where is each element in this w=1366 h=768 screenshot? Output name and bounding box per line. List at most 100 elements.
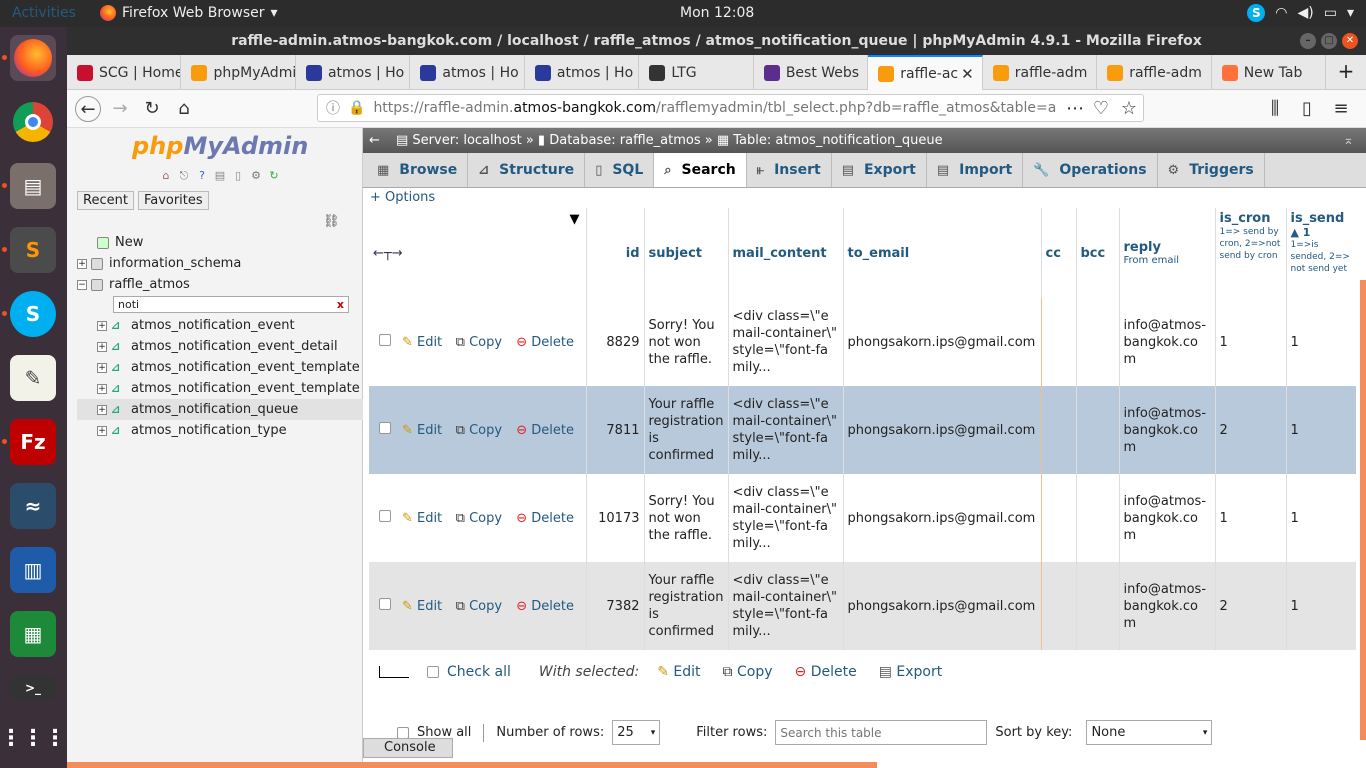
tree-db-raffle-atmos[interactable]: − raffle_atmos [77, 274, 363, 295]
text-editor-launcher[interactable]: ✎ [10, 355, 56, 401]
cell-mail-content[interactable]: <div class=\"email-container\" style=\"f… [728, 562, 844, 650]
system-tray[interactable]: S ◠ ◀) ▭ ▾ [1247, 4, 1354, 22]
tab-browse[interactable]: ▦ Browse [367, 153, 469, 187]
cell-subject[interactable]: Sorry! You not won the raffle. [644, 474, 729, 562]
cell-reply[interactable]: info@atmos-bangkok.com [1119, 562, 1216, 650]
bulk-edit-button[interactable]: ✎ Edit [657, 664, 700, 680]
cell-mail-content[interactable]: <div class=\"email-container\" style=\"f… [728, 386, 844, 474]
row-delete-button[interactable]: ⊖ Delete [512, 562, 587, 650]
power-menu-icon[interactable]: ▾ [1347, 5, 1354, 21]
cell-id[interactable]: 10173 [586, 474, 645, 562]
row-copy-button[interactable]: ⧉ Copy [451, 474, 513, 562]
collapse-top-icon[interactable]: ⌅ [1343, 128, 1354, 153]
sort-down-icon[interactable]: ▼ [570, 212, 580, 227]
tab-export[interactable]: ▤ Export [832, 153, 927, 187]
cell-id[interactable]: 8829 [586, 298, 645, 386]
tab-search[interactable]: ⌕ Search [654, 153, 747, 187]
files-launcher[interactable]: ▤ [2, 163, 56, 209]
row-delete-button[interactable]: ⊖ Delete [512, 474, 587, 562]
tab-insert[interactable]: ⫦ Insert [747, 153, 832, 187]
column-cc[interactable]: cc [1041, 208, 1077, 298]
bookmark-star-icon[interactable]: ☆ [1116, 96, 1142, 122]
sublime-launcher[interactable]: S [2, 227, 56, 273]
sort-key-select[interactable]: None ▾ [1086, 720, 1213, 745]
expand-icon[interactable]: + [97, 362, 107, 373]
cell-is-cron[interactable]: 2 [1215, 386, 1287, 474]
column-reply[interactable]: reply From email [1119, 208, 1216, 298]
tab-structure[interactable]: ⊿ Structure [468, 153, 586, 187]
forward-button[interactable]: → [107, 96, 133, 122]
home-button[interactable]: ⌂ [171, 96, 197, 122]
cell-bcc[interactable] [1076, 474, 1120, 562]
new-tab-button[interactable]: + [1326, 55, 1366, 90]
cell-id[interactable]: 7382 [586, 562, 645, 650]
row-copy-button[interactable]: ⧉ Copy [451, 562, 513, 650]
tree-table-item[interactable]: + ⊿ atmos_notification_type [77, 420, 363, 441]
lock-icon[interactable]: 🔒 [348, 100, 365, 116]
expand-icon[interactable]: + [97, 425, 107, 436]
table-filter-input[interactable]: noti x [113, 296, 349, 313]
help-icon[interactable]: ? [195, 169, 209, 183]
column-arrows-icon[interactable]: ←┬→ [373, 246, 403, 261]
info-icon[interactable]: ⓘ [326, 98, 340, 118]
page-scrollbar[interactable] [1360, 280, 1366, 740]
tab-triggers[interactable]: ⚙ Triggers [1158, 153, 1265, 187]
bulk-delete-button[interactable]: ⊖ Delete [795, 664, 857, 680]
cell-is-send[interactable]: 1 [1286, 474, 1356, 562]
row-edit-button[interactable]: ✎ Edit [397, 386, 452, 474]
tab-operations[interactable]: 🔧 Operations [1023, 153, 1158, 187]
home-icon[interactable]: ⌂ [159, 169, 173, 183]
browser-tab[interactable]: atmos | Ho [525, 55, 640, 90]
filezilla-launcher[interactable]: Fz [2, 419, 56, 465]
row-edit-button[interactable]: ✎ Edit [397, 298, 452, 386]
calc-launcher[interactable]: ▦ [10, 611, 56, 657]
cell-cc[interactable] [1041, 474, 1077, 562]
num-rows-select[interactable]: 25 ▾ [612, 720, 661, 745]
cell-cc[interactable] [1041, 386, 1077, 474]
column-to-email[interactable]: to_email [843, 208, 1042, 298]
cell-bcc[interactable] [1076, 386, 1120, 474]
bulk-export-button[interactable]: ▤ Export [879, 664, 943, 680]
cell-reply[interactable]: info@atmos-bangkok.com [1119, 298, 1216, 386]
breadcrumb-table[interactable]: Table: atmos_notification_queue [733, 133, 942, 148]
column-is-send[interactable]: is_send ▲ 1 1=>is sended, 2=> not send yet [1286, 208, 1356, 298]
page-actions-icon[interactable]: ⋯ [1062, 96, 1088, 122]
clear-filter-button[interactable]: x [337, 297, 344, 312]
cell-is-send[interactable]: 1 [1286, 562, 1356, 650]
settings-icon[interactable]: ⚙ [249, 169, 263, 183]
cell-reply[interactable]: info@atmos-bangkok.com [1119, 474, 1216, 562]
link-icon[interactable]: ⛓ [323, 214, 340, 229]
cell-to-email[interactable]: phongsakorn.ips@gmail.com [842, 474, 1042, 562]
row-checkbox[interactable] [379, 333, 391, 346]
show-all-checkbox[interactable] [397, 726, 409, 739]
collapse-icon[interactable]: − [77, 279, 87, 290]
library-icon[interactable]: ⫼ [1262, 96, 1288, 122]
row-checkbox[interactable] [379, 597, 391, 610]
address-bar[interactable]: ⓘ 🔒 https://raffle-admin.atmos-bangkok.c… [317, 94, 1144, 122]
row-edit-button[interactable]: ✎ Edit [397, 562, 452, 650]
column-id[interactable]: id [586, 208, 645, 298]
browser-tab[interactable]: LTG [639, 55, 754, 90]
cell-reply[interactable]: info@atmos-bangkok.com [1119, 386, 1216, 474]
browser-tab[interactable]: New Tab [1212, 55, 1327, 90]
page-icon[interactable]: ▯ [231, 169, 245, 183]
back-button[interactable]: ← [75, 96, 101, 122]
close-tab-icon[interactable]: ✕ [961, 65, 974, 83]
cell-to-email[interactable]: phongsakorn.ips@gmail.com [842, 562, 1042, 650]
expand-icon[interactable]: + [97, 383, 107, 394]
column-subject[interactable]: subject [644, 208, 729, 298]
chrome-launcher[interactable] [10, 99, 56, 145]
breadcrumb-database[interactable]: Database: raffle_atmos [549, 133, 700, 148]
pma-logo[interactable]: phpMyAdmin [132, 132, 308, 160]
wifi-icon[interactable]: ◠ [1275, 5, 1287, 21]
activities-button[interactable]: Activities [12, 5, 76, 21]
close-window-button[interactable]: ✕ [1342, 33, 1358, 49]
filter-rows-input[interactable] [775, 720, 988, 745]
row-delete-button[interactable]: ⊖ Delete [512, 298, 587, 386]
row-delete-button[interactable]: ⊖ Delete [512, 386, 587, 474]
breadcrumb-server[interactable]: Server: localhost [412, 133, 521, 148]
skype-tray-icon[interactable]: S [1247, 4, 1266, 22]
row-edit-button[interactable]: ✎ Edit [397, 474, 452, 562]
column-mail-content[interactable]: mail_content [728, 208, 844, 298]
minimize-button[interactable]: – [1300, 33, 1316, 49]
